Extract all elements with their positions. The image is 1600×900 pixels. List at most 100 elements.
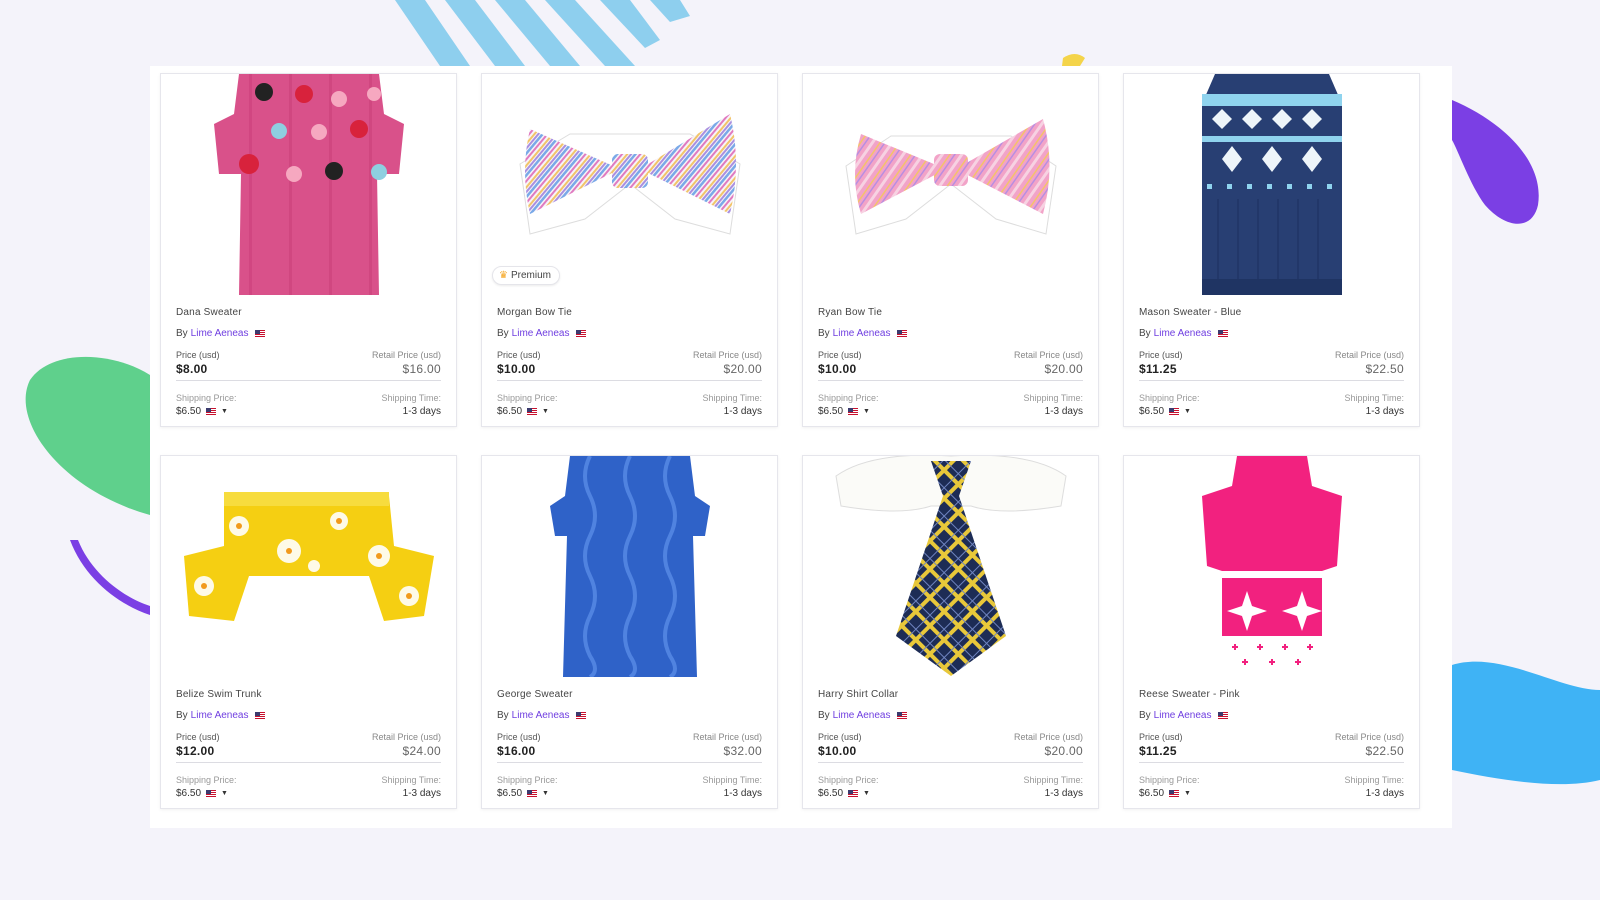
- shipping-row: Shipping Price: $6.50 ▼ Shipping Time: 1…: [497, 775, 762, 799]
- product-name[interactable]: Morgan Bow Tie: [497, 307, 762, 318]
- product-card[interactable]: Ryan Bow Tie By Lime Aeneas Price (usd) …: [802, 73, 1099, 427]
- shipping-price-dropdown[interactable]: $6.50 ▼: [1139, 406, 1200, 417]
- shipping-price-label: Shipping Price:: [497, 775, 558, 785]
- retail-price-label: Retail Price (usd): [1013, 350, 1083, 360]
- retail-price-value: $20.00: [723, 362, 762, 376]
- vendor-link[interactable]: Lime Aeneas: [512, 710, 570, 721]
- price-label: Price (usd): [1139, 350, 1183, 360]
- shipping-price-dropdown[interactable]: $6.50 ▼: [176, 406, 237, 417]
- us-flag-icon: [206, 790, 217, 797]
- product-card[interactable]: Mason Sweater - Blue By Lime Aeneas Pric…: [1123, 73, 1420, 427]
- price-row: Price (usd) $8.00 Retail Price (usd) $16…: [176, 350, 441, 381]
- shipping-price-value: $6.50: [1139, 406, 1165, 417]
- us-flag-icon: [1217, 330, 1228, 337]
- chevron-down-icon: ▼: [542, 408, 549, 415]
- product-card[interactable]: George Sweater By Lime Aeneas Price (usd…: [481, 455, 778, 809]
- chevron-down-icon: ▼: [1184, 408, 1191, 415]
- product-name[interactable]: Reese Sweater - Pink: [1139, 689, 1404, 700]
- price-value: $12.00: [176, 744, 215, 758]
- product-name[interactable]: Harry Shirt Collar: [818, 689, 1083, 700]
- vendor-line: By Lime Aeneas: [176, 328, 441, 339]
- us-flag-icon: [527, 790, 538, 797]
- product-image[interactable]: [803, 74, 1098, 295]
- us-flag-icon: [206, 408, 217, 415]
- price-value: $10.00: [497, 362, 536, 376]
- product-card[interactable]: Reese Sweater - Pink By Lime Aeneas Pric…: [1123, 455, 1420, 809]
- chevron-down-icon: ▼: [1184, 790, 1191, 797]
- price-value: $10.00: [818, 744, 857, 758]
- shipping-price-label: Shipping Price:: [818, 775, 879, 785]
- retail-price-label: Retail Price (usd): [692, 732, 762, 742]
- shipping-price-value: $6.50: [176, 788, 202, 799]
- vendor-line: By Lime Aeneas: [176, 710, 441, 721]
- vendor-link[interactable]: Lime Aeneas: [1154, 710, 1212, 721]
- product-name[interactable]: George Sweater: [497, 689, 762, 700]
- shipping-price-label: Shipping Price:: [818, 393, 879, 403]
- product-image[interactable]: [161, 456, 456, 677]
- product-name[interactable]: Mason Sweater - Blue: [1139, 307, 1404, 318]
- chevron-down-icon: ▼: [542, 790, 549, 797]
- chevron-down-icon: ▼: [863, 408, 870, 415]
- vendor-link[interactable]: Lime Aeneas: [512, 328, 570, 339]
- vendor-link[interactable]: Lime Aeneas: [833, 328, 891, 339]
- product-name[interactable]: Dana Sweater: [176, 307, 441, 318]
- navy-fair-isle-sweater-image: [1201, 74, 1342, 295]
- us-flag-icon: [575, 330, 586, 337]
- product-image[interactable]: [803, 456, 1098, 677]
- price-label: Price (usd): [497, 732, 541, 742]
- us-flag-icon: [848, 790, 859, 797]
- shipping-price-dropdown[interactable]: $6.50 ▼: [176, 788, 237, 799]
- price-label: Price (usd): [176, 350, 220, 360]
- retail-price-label: Retail Price (usd): [1013, 732, 1083, 742]
- price-row: Price (usd) $11.25 Retail Price (usd) $2…: [1139, 350, 1404, 381]
- shipping-time-value: 1-3 days: [723, 788, 762, 799]
- vendor-link[interactable]: Lime Aeneas: [833, 710, 891, 721]
- price-label: Price (usd): [497, 350, 541, 360]
- retail-price-value: $22.50: [1365, 362, 1404, 376]
- shipping-price-value: $6.50: [818, 406, 844, 417]
- shipping-time-label: Shipping Time:: [1023, 393, 1083, 403]
- vendor-line: By Lime Aeneas: [497, 328, 762, 339]
- us-flag-icon: [896, 330, 907, 337]
- shipping-price-label: Shipping Price:: [1139, 775, 1200, 785]
- shipping-price-dropdown[interactable]: $6.50 ▼: [818, 406, 879, 417]
- price-row: Price (usd) $16.00 Retail Price (usd) $3…: [497, 732, 762, 763]
- product-name[interactable]: Ryan Bow Tie: [818, 307, 1083, 318]
- price-row: Price (usd) $12.00 Retail Price (usd) $2…: [176, 732, 441, 763]
- chevron-down-icon: ▼: [221, 790, 228, 797]
- product-image[interactable]: [1124, 74, 1419, 295]
- price-row: Price (usd) $11.25 Retail Price (usd) $2…: [1139, 732, 1404, 763]
- shipping-price-dropdown[interactable]: $6.50 ▼: [497, 406, 558, 417]
- product-image[interactable]: [482, 456, 777, 677]
- shipping-price-dropdown[interactable]: $6.50 ▼: [1139, 788, 1200, 799]
- vendor-link[interactable]: Lime Aeneas: [1154, 328, 1212, 339]
- us-flag-icon: [254, 330, 265, 337]
- vendor-link[interactable]: Lime Aeneas: [191, 710, 249, 721]
- product-image[interactable]: ♛ Premium: [482, 74, 777, 295]
- us-flag-icon: [1169, 408, 1180, 415]
- shipping-price-label: Shipping Price:: [176, 393, 237, 403]
- product-image[interactable]: [1124, 456, 1419, 677]
- shipping-price-dropdown[interactable]: $6.50 ▼: [818, 788, 879, 799]
- product-card[interactable]: ♛ Premium Morgan Bow Tie By Lime Aeneas P…: [481, 73, 778, 427]
- price-value: $8.00: [176, 362, 208, 376]
- shipping-price-value: $6.50: [497, 406, 523, 417]
- product-name[interactable]: Belize Swim Trunk: [176, 689, 441, 700]
- product-image[interactable]: [161, 74, 456, 295]
- price-label: Price (usd): [1139, 732, 1183, 742]
- shipping-time-value: 1-3 days: [402, 788, 441, 799]
- vendor-line: By Lime Aeneas: [1139, 710, 1404, 721]
- vendor-link[interactable]: Lime Aeneas: [191, 328, 249, 339]
- vendor-line: By Lime Aeneas: [818, 328, 1083, 339]
- product-card[interactable]: Dana Sweater By Lime Aeneas Price (usd) …: [160, 73, 457, 427]
- shipping-time-value: 1-3 days: [1044, 406, 1083, 417]
- by-label: By: [818, 328, 830, 339]
- premium-label: Premium: [510, 270, 551, 281]
- shipping-time-label: Shipping Time:: [702, 775, 762, 785]
- product-card[interactable]: Belize Swim Trunk By Lime Aeneas Price (…: [160, 455, 457, 809]
- pink-pompom-sweater-image: [213, 74, 404, 295]
- product-card[interactable]: Harry Shirt Collar By Lime Aeneas Price …: [802, 455, 1099, 809]
- retail-price-label: Retail Price (usd): [371, 732, 441, 742]
- pink-stripe-bow-tie-image: [844, 119, 1057, 235]
- shipping-price-dropdown[interactable]: $6.50 ▼: [497, 788, 558, 799]
